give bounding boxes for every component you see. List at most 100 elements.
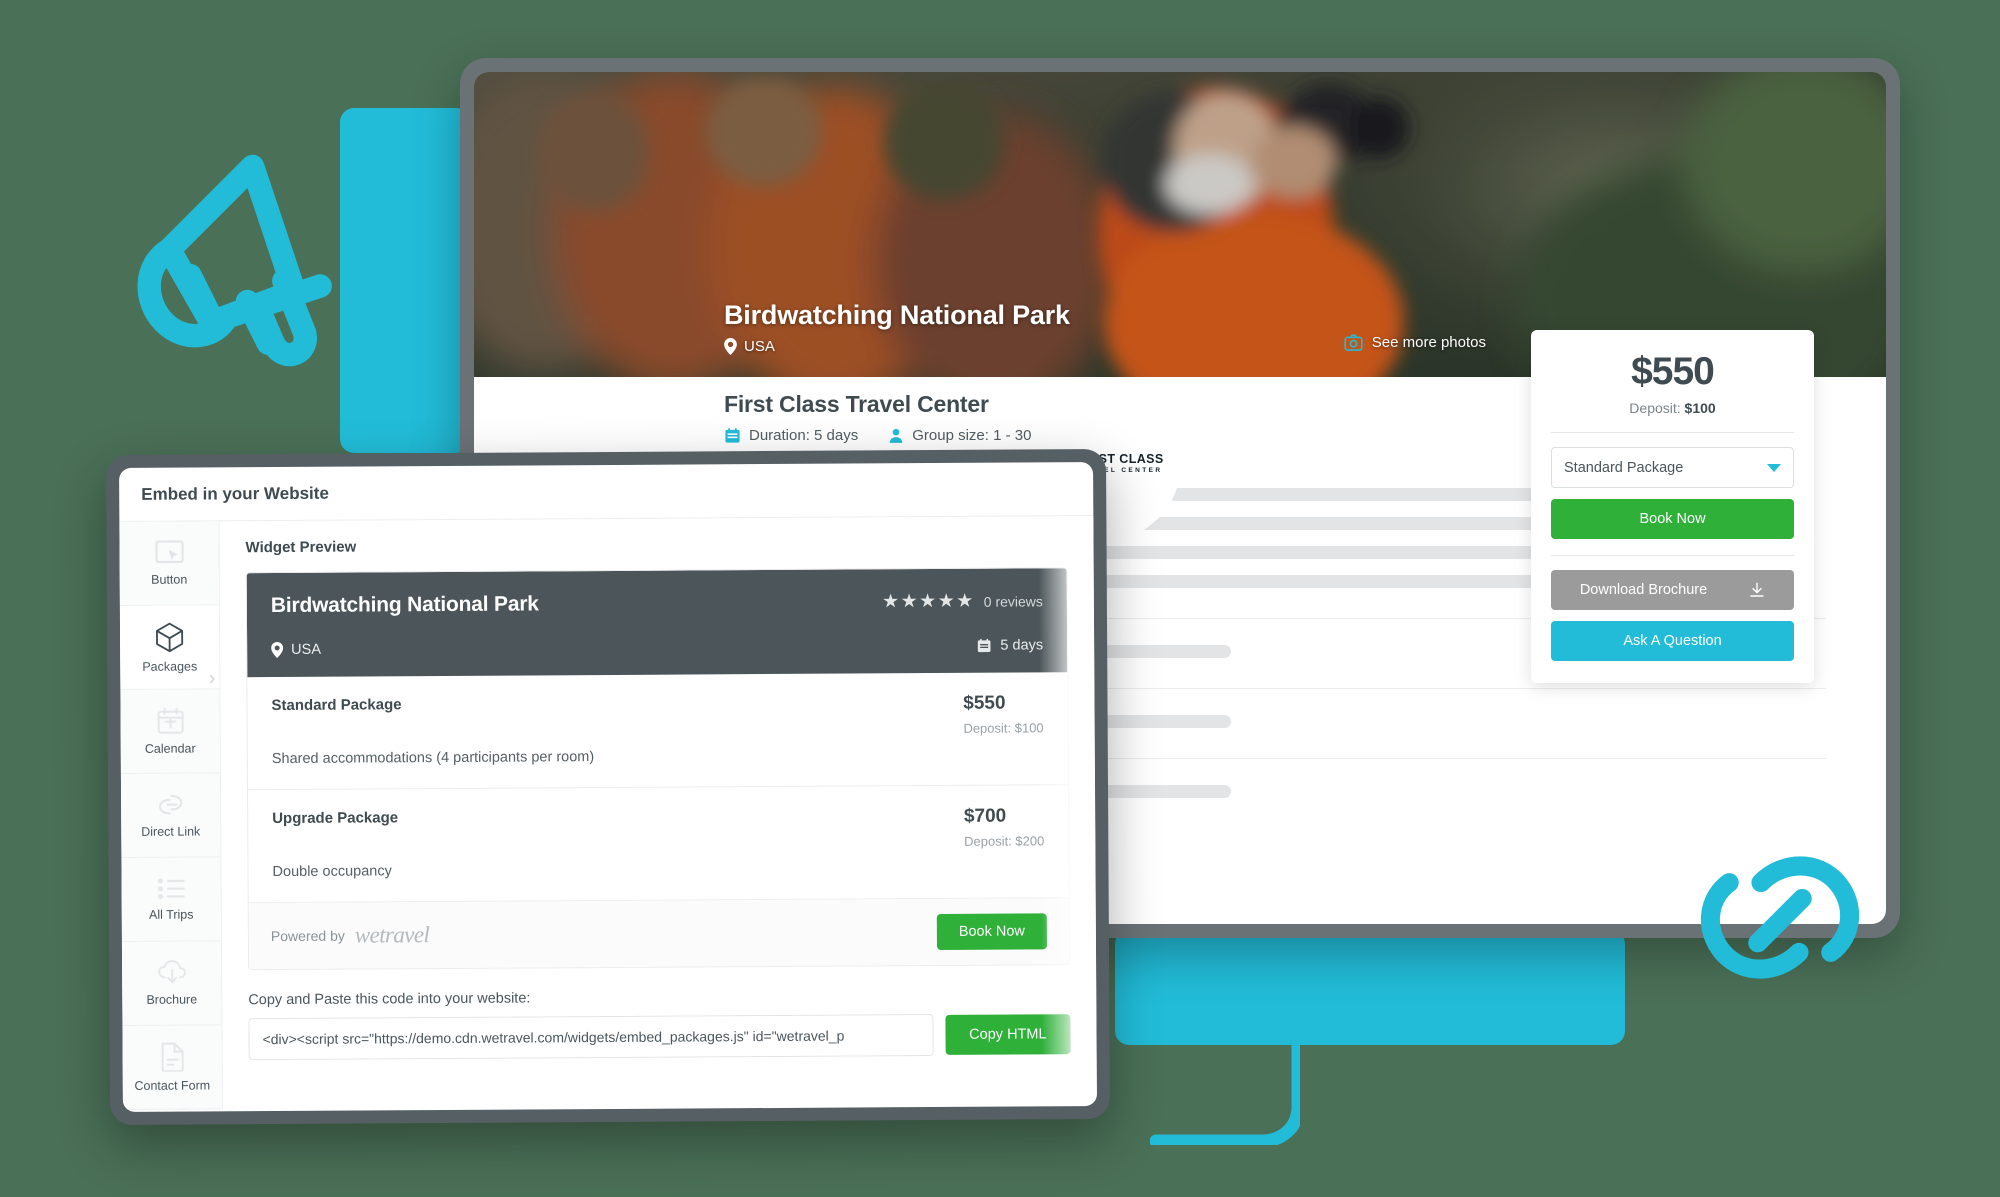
trip-price: $550: [1631, 350, 1715, 393]
widget-header: Birdwatching National Park ★★★★★ 0 revie…: [246, 568, 1068, 678]
ask-question-button[interactable]: Ask A Question: [1551, 621, 1794, 661]
book-now-label: Book Now: [1639, 511, 1706, 527]
deposit-value: $100: [1684, 400, 1716, 416]
cursor-click-icon: [154, 540, 184, 564]
powered-by-label: Powered by: [270, 927, 345, 945]
calendar-icon: [725, 428, 740, 443]
wetravel-logo: wetravel: [354, 922, 430, 948]
widget-duration: 5 days: [976, 637, 1044, 654]
hero-location-label: USA: [744, 338, 775, 355]
widget-preview-heading: Widget Preview: [245, 538, 357, 557]
group-size-label: Group size: 1 - 30: [912, 427, 1032, 444]
package-description: Shared accommodations (4 participants pe…: [271, 749, 595, 768]
sidebar-item-direct-link-label: Direct Link: [141, 824, 201, 839]
download-brochure-label: Download Brochure: [1579, 582, 1708, 598]
trip-duration: Duration: 5 days: [724, 427, 858, 444]
widget-footer: Powered by wetravel Book Now: [248, 898, 1070, 970]
widget-rating: ★★★★★ 0 reviews: [882, 589, 1043, 613]
sidebar-item-packages[interactable]: Packages: [119, 605, 220, 690]
powered-by: Powered by wetravel: [271, 922, 429, 949]
sidebar-item-direct-link[interactable]: Direct Link: [120, 773, 221, 858]
widget-preview-pane: Widget Preview Birdwatching National Par…: [219, 516, 1097, 1109]
copy-html-label: Copy HTML: [969, 1026, 1047, 1043]
widget-book-now-label: Book Now: [958, 923, 1025, 940]
hero-location: USA: [724, 338, 1070, 355]
package-select[interactable]: Standard Package: [1551, 447, 1794, 488]
hero-trip-title: Birdwatching National Park: [724, 300, 1070, 330]
group-size: Group size: 1 - 30: [888, 427, 1031, 444]
sidebar-item-all-trips-label: All Trips: [148, 907, 194, 922]
package-price-block: $700 Deposit: $200: [963, 805, 1045, 849]
camera-icon: [1344, 334, 1363, 351]
list-icon: [157, 878, 185, 899]
widget-location-label: USA: [291, 641, 322, 658]
widget-trip-title: Birdwatching National Park: [270, 592, 539, 618]
widget-package-row[interactable]: Standard Package $550 Deposit: $100 Shar…: [247, 672, 1068, 791]
embed-modal-title: Embed in your Website: [119, 462, 1094, 522]
chevron-right-icon: ›: [208, 667, 216, 690]
widget-preview-card: Birdwatching National Park ★★★★★ 0 revie…: [245, 567, 1071, 971]
book-now-button[interactable]: Book Now: [1551, 499, 1794, 539]
embed-modal-body: Button Packages Calendar Direct Link All…: [119, 516, 1097, 1110]
trip-duration-label: Duration: 5 days: [749, 427, 859, 444]
cloud-download-icon: [157, 960, 186, 984]
sidebar-item-contact-form[interactable]: Contact Form: [122, 1025, 222, 1110]
widget-location: USA: [271, 641, 322, 659]
sidebar-item-contact-form-label: Contact Form: [134, 1078, 211, 1093]
package-price: $700: [963, 805, 1007, 827]
see-more-photos-label: See more photos: [1371, 334, 1486, 351]
document-icon: [161, 1042, 184, 1072]
copy-code-label: Copy and Paste this code into your websi…: [248, 990, 531, 1009]
package-row-top: Standard Package $550 Deposit: $100: [271, 692, 1043, 740]
trip-deposit: Deposit: $100: [1551, 400, 1794, 416]
package-description: Double occupancy: [272, 863, 392, 881]
package-deposit: Deposit: $200: [964, 833, 1045, 849]
map-pin-icon: [724, 338, 737, 355]
copy-html-button[interactable]: Copy HTML: [945, 1014, 1071, 1055]
widget-header-bottom: USA 5 days: [271, 637, 1044, 659]
download-brochure-button[interactable]: Download Brochure: [1551, 570, 1794, 610]
copy-code-row: <div><script src="https://demo.cdn.wetra…: [248, 1013, 1071, 1061]
decor-bracket: [1149, 1012, 1305, 1148]
divider: [1551, 432, 1794, 433]
sidebar-item-brochure[interactable]: Brochure: [121, 941, 222, 1026]
calendar-icon: [157, 707, 184, 734]
package-select-value: Standard Package: [1564, 459, 1684, 476]
package-deposit: Deposit: $100: [963, 720, 1044, 736]
person-icon: [889, 428, 903, 443]
booking-panel: $550 Deposit: $100 Standard Package Book…: [1531, 330, 1814, 683]
divider: [1551, 555, 1794, 556]
ask-question-label: Ask A Question: [1623, 633, 1722, 649]
widget-reviews-count: 0 reviews: [983, 592, 1043, 610]
see-more-photos-button[interactable]: See more photos: [1344, 333, 1486, 352]
hero-text-block: Birdwatching National Park USA: [724, 300, 1070, 355]
package-name: Upgrade Package: [272, 809, 399, 828]
sidebar-item-calendar[interactable]: Calendar: [120, 689, 220, 774]
download-icon: [1750, 582, 1764, 597]
embed-modal: Embed in your Website Button Packages Ca…: [105, 448, 1111, 1126]
widget-duration-label: 5 days: [1000, 637, 1044, 654]
map-pin-icon: [271, 642, 284, 659]
sidebar-item-button[interactable]: Button: [119, 521, 219, 606]
sidebar-item-packages-label: Packages: [142, 659, 198, 674]
deposit-label: Deposit:: [1629, 400, 1681, 416]
embed-modal-inner: Embed in your Website Button Packages Ca…: [119, 462, 1097, 1112]
package-price-block: $550 Deposit: $100: [963, 692, 1044, 736]
embed-code-input[interactable]: <div><script src="https://demo.cdn.wetra…: [248, 1014, 934, 1061]
megaphone-icon: [133, 120, 393, 400]
star-rating-icon: ★★★★★: [881, 590, 975, 613]
widget-book-now-button[interactable]: Book Now: [936, 913, 1047, 950]
embed-code-value: <div><script src="https://demo.cdn.wetra…: [262, 1027, 845, 1048]
package-name: Standard Package: [271, 696, 402, 715]
package-cube-icon: [156, 622, 184, 652]
widget-header-top: Birdwatching National Park ★★★★★ 0 revie…: [271, 589, 1043, 618]
sidebar-item-calendar-label: Calendar: [144, 741, 196, 756]
package-row-top: Upgrade Package $700 Deposit: $200: [272, 805, 1044, 853]
widget-package-row[interactable]: Upgrade Package $700 Deposit: $200 Doubl…: [248, 785, 1069, 904]
calendar-icon: [978, 638, 991, 653]
package-price: $550: [963, 692, 1006, 714]
embed-type-sidebar: Button Packages Calendar Direct Link All…: [119, 521, 223, 1110]
sidebar-item-all-trips[interactable]: All Trips: [121, 857, 221, 942]
sidebar-item-brochure-label: Brochure: [146, 992, 198, 1007]
sidebar-item-button-label: Button: [151, 572, 188, 587]
